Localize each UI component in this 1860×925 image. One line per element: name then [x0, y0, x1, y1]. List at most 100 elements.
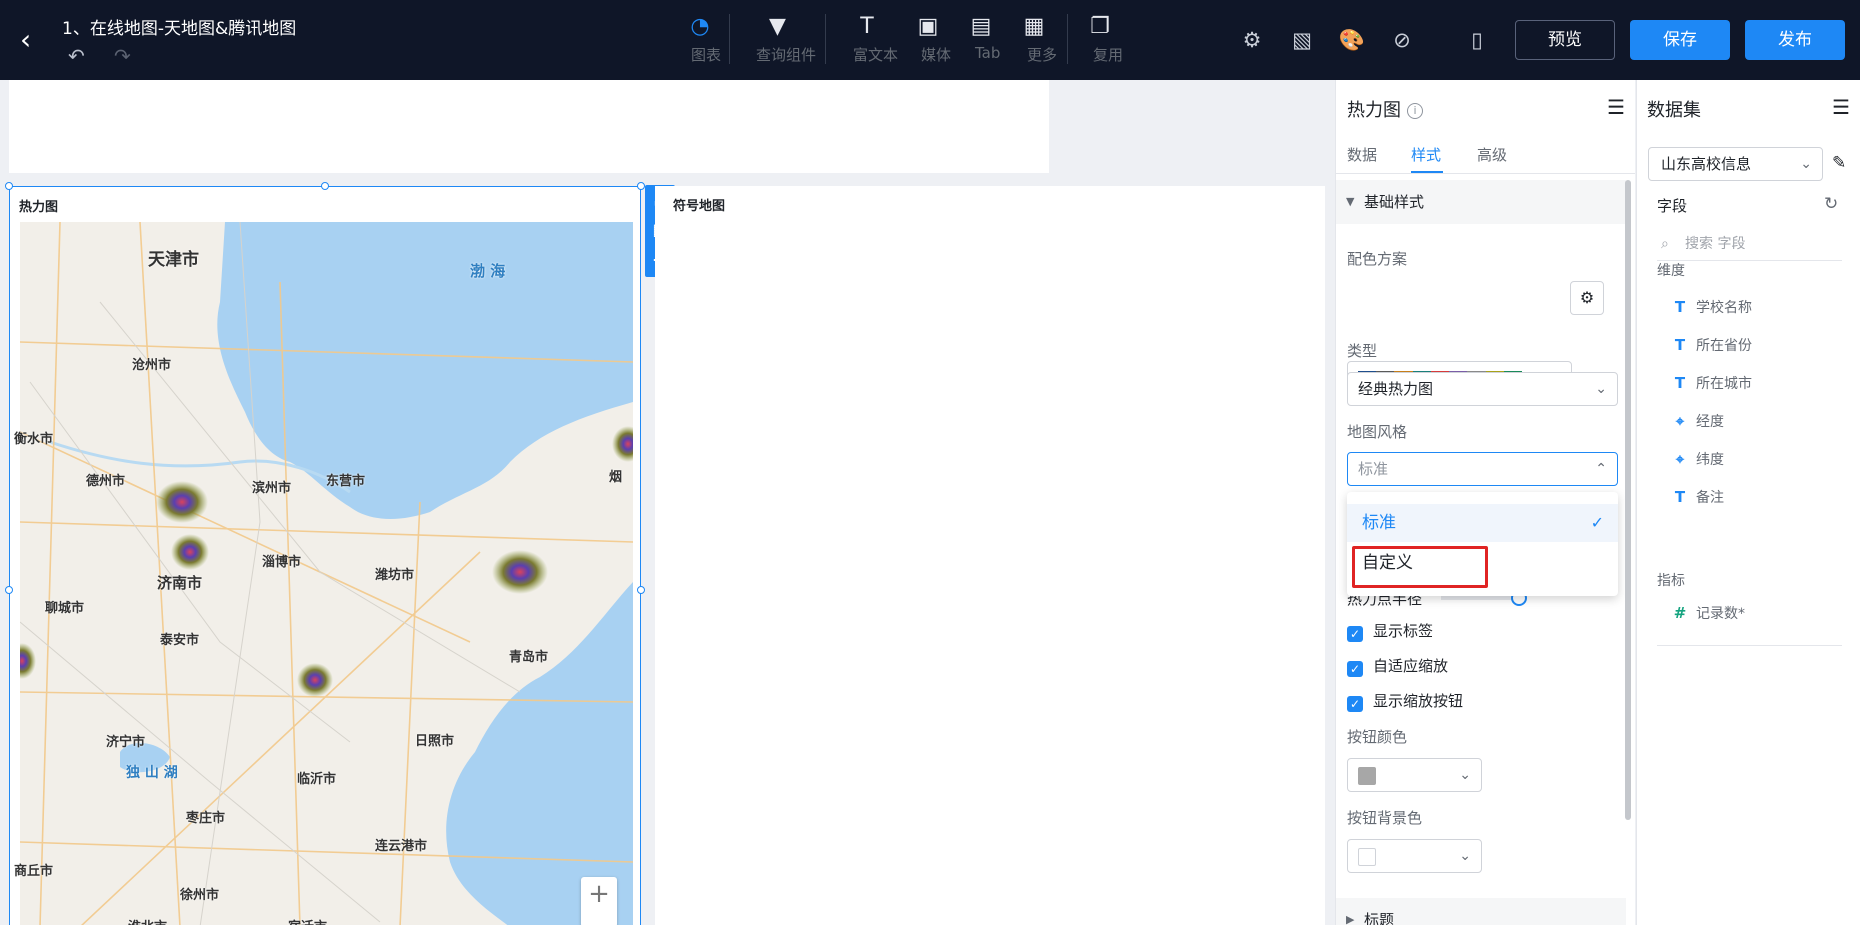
tool-richtext[interactable]: T 富文本 [842, 12, 898, 70]
map-place-label: 衡水市 [14, 432, 54, 447]
menu-collapse-icon[interactable]: ☰ [1832, 95, 1850, 119]
type-select[interactable]: 经典热力图 ⌄ [1347, 372, 1618, 406]
map-place-label: 滨州市 [252, 481, 292, 496]
field-name: 备注 [1696, 490, 1724, 506]
button-color-picker[interactable]: ⌄ [1347, 758, 1482, 792]
measure-field[interactable]: # 记录数* [1672, 603, 1745, 623]
field-name: 经度 [1696, 414, 1724, 430]
image-icon: ▣ [917, 14, 939, 39]
chevron-down-icon: ⌄ [1800, 156, 1812, 172]
map-place-label: 独 山 湖 [126, 765, 178, 781]
tab-active-indicator [1411, 171, 1443, 173]
tool-media[interactable]: ▣ 媒体 [910, 12, 951, 70]
checklist-icon[interactable]: ▧ [1288, 26, 1316, 54]
publish-button[interactable]: 发布 [1745, 20, 1845, 60]
map-place-label: 东营市 [326, 474, 366, 489]
checkbox-show-labels[interactable]: ✓ 显示标签 [1347, 620, 1433, 642]
option-standard[interactable]: 标准 ✓ [1347, 504, 1618, 542]
edit-icon[interactable]: ✎ [1832, 153, 1846, 173]
mapstyle-dropdown: 标准 ✓ 自定义 [1347, 492, 1618, 596]
dimension-field[interactable]: T 所在城市 [1672, 373, 1752, 393]
heat-blob [156, 481, 208, 523]
palette-label: 配色方案 [1347, 250, 1408, 268]
text-type-icon: T [1674, 488, 1686, 506]
dimension-field[interactable]: ⌖ 经度 [1672, 411, 1724, 431]
field-name: 纬度 [1696, 452, 1724, 468]
tool-more[interactable]: ▦ 更多 [1016, 12, 1057, 70]
tool-tab[interactable]: ▤ Tab [964, 12, 1001, 70]
palette-settings-icon[interactable]: ⚙ [1570, 281, 1604, 315]
caret-down-icon: ▼ [1346, 195, 1355, 208]
checkbox-auto-zoom[interactable]: ✓ 自适应缩放 [1347, 655, 1448, 677]
map-place-label: 枣庄市 [186, 811, 226, 826]
card-title: 热力图 [19, 200, 59, 215]
dimension-field[interactable]: T 学校名称 [1672, 297, 1752, 317]
scrollbar[interactable] [1625, 180, 1631, 820]
tool-reuse[interactable]: ❐ 复用 [1082, 12, 1123, 70]
tab-style[interactable]: 样式 [1411, 144, 1441, 165]
text-type-icon: T [1674, 374, 1686, 392]
section-basic-style[interactable]: ▼ 基础样式 [1336, 180, 1626, 224]
heat-blob [171, 534, 209, 570]
field-search-input[interactable]: ⌕ 搜索 字段 [1657, 227, 1842, 261]
zoom-in-button[interactable]: + [581, 877, 617, 925]
resize-handle[interactable] [5, 182, 13, 190]
radius-slider-track[interactable] [1441, 596, 1521, 600]
symbol-map-card[interactable]: 符号地图 [655, 186, 1325, 925]
dimension-field[interactable]: T 所在省份 [1672, 335, 1752, 355]
heatmap-card[interactable]: 热力图 + [9, 186, 641, 925]
filter-icon: ▼ [769, 14, 786, 39]
save-button[interactable]: 保存 [1630, 20, 1730, 60]
map-place-label: 德州市 [86, 474, 126, 489]
resize-handle[interactable] [5, 586, 13, 594]
section-title-style[interactable]: ▶ 标题 [1336, 898, 1626, 925]
refresh-icon[interactable]: ↻ [1824, 194, 1838, 214]
check-icon: ✓ [1590, 513, 1604, 532]
resize-handle[interactable] [321, 182, 329, 190]
fields-label: 字段 [1657, 197, 1688, 215]
button-bg-picker[interactable]: ⌄ [1347, 839, 1482, 873]
button-bg-label: 按钮背景色 [1347, 809, 1423, 827]
field-name: 所在省份 [1696, 338, 1752, 354]
map-place-label: 宿迁市 [288, 916, 327, 925]
heat-blob [20, 643, 36, 679]
redo-icon[interactable]: ↷ [114, 44, 131, 68]
undo-icon[interactable]: ↶ [68, 44, 85, 68]
menu-collapse-icon[interactable]: ☰ [1607, 95, 1625, 119]
dimension-field[interactable]: ⌖ 纬度 [1672, 449, 1724, 469]
theme-palette-icon[interactable]: 🎨 [1338, 26, 1366, 54]
settings-sliders-icon[interactable]: ⚙ [1238, 26, 1266, 54]
tool-chart[interactable]: ◔ 图表 [680, 12, 721, 70]
mapstyle-select[interactable]: 标准 ⌃ [1347, 452, 1618, 486]
panel-title: 数据集 [1647, 100, 1701, 121]
checkbox-show-zoom-button[interactable]: ✓ 显示缩放按钮 [1347, 690, 1463, 712]
blank-component[interactable] [9, 80, 1049, 173]
text-icon: T [860, 14, 874, 39]
resize-handle[interactable] [637, 586, 645, 594]
info-icon[interactable]: i [1407, 103, 1423, 119]
heat-blob [492, 550, 548, 594]
grid-icon: ▦ [1023, 14, 1045, 39]
heatmap-map[interactable]: + [20, 222, 633, 925]
tab-data[interactable]: 数据 [1347, 144, 1377, 165]
search-icon: ⌕ [1661, 236, 1669, 252]
eye-off-icon[interactable]: ⊘ [1388, 26, 1416, 54]
back-icon[interactable]: ‹ [20, 26, 44, 54]
tab-icon: ▤ [970, 14, 992, 39]
tab-advanced[interactable]: 高级 [1477, 144, 1507, 165]
dataset-select[interactable]: 山东高校信息 ⌄ [1648, 147, 1823, 181]
tool-query[interactable]: ▼ 查询组件 [745, 12, 816, 70]
type-value: 经典热力图 [1358, 380, 1434, 398]
dimension-field[interactable]: T 备注 [1672, 487, 1724, 507]
location-pin-icon: ⌖ [1675, 450, 1685, 468]
dashboard-title: 1、在线地图-天地图&腾讯地图 [62, 19, 297, 39]
type-label: 类型 [1347, 342, 1378, 360]
color-swatch [1358, 848, 1376, 866]
map-drawing [20, 222, 633, 925]
resize-handle[interactable] [637, 182, 645, 190]
mobile-icon[interactable]: ▯ [1463, 26, 1491, 54]
checkbox-icon: ✓ [1347, 626, 1363, 642]
preview-button[interactable]: 预览 [1515, 20, 1615, 60]
mapstyle-value: 标准 [1358, 460, 1389, 478]
checkbox-label: 自适应缩放 [1373, 657, 1449, 675]
